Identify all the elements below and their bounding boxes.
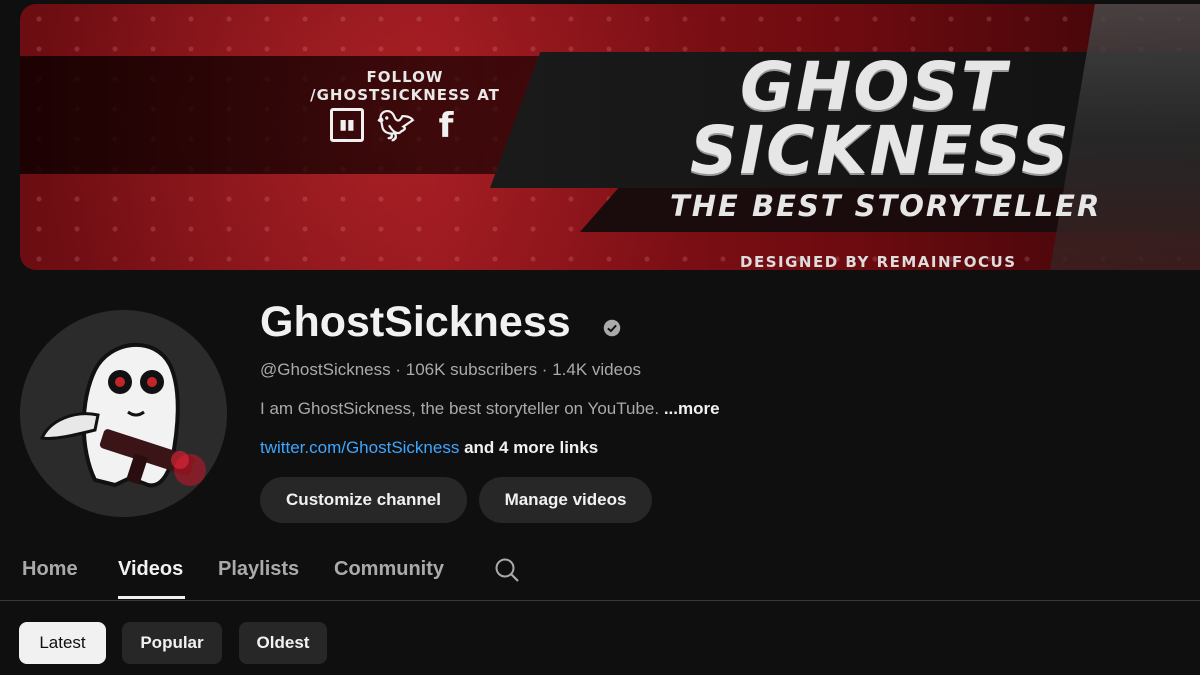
channel-meta: @GhostSickness · 106K subscribers · 1.4K… <box>260 360 642 379</box>
banner-credit: DESIGNED BY REMAINFOCUS <box>740 253 1017 271</box>
tab-home[interactable]: Home <box>22 558 78 581</box>
chip-popular[interactable]: Popular <box>122 622 222 664</box>
active-tab-indicator <box>118 596 185 599</box>
channel-description-text: I am GhostSickness, the best storyteller… <box>260 399 664 418</box>
banner-tagline: THE BEST STORYTELLER <box>670 189 1102 223</box>
twitter-link[interactable]: twitter.com/GhostSickness <box>260 438 459 457</box>
banner-follow-text: FOLLOW /GHOSTSICKNESS AT <box>300 68 510 104</box>
chip-oldest[interactable]: Oldest <box>239 622 327 664</box>
channel-links: twitter.com/GhostSickness and 4 more lin… <box>260 438 598 458</box>
channel-description[interactable]: I am GhostSickness, the best storyteller… <box>260 399 720 419</box>
banner-title-line2: SICKNESS <box>690 112 1071 189</box>
search-icon[interactable] <box>494 557 520 583</box>
verified-badge-icon <box>603 319 621 337</box>
tab-videos[interactable]: Videos <box>118 558 183 581</box>
manage-videos-button[interactable]: Manage videos <box>479 477 652 523</box>
customize-channel-button[interactable]: Customize channel <box>260 477 467 523</box>
channel-avatar[interactable] <box>20 310 227 517</box>
ghost-avatar-icon <box>39 342 206 488</box>
twitter-icon: 🐦︎ <box>376 108 416 144</box>
twitch-icon: ▮▮ <box>330 108 364 142</box>
banner-follow-line1: FOLLOW <box>366 68 444 86</box>
banner-follow-line2: /GHOSTSICKNESS AT <box>310 86 500 104</box>
tab-community[interactable]: Community <box>334 558 444 581</box>
banner-social-icons: ▮▮ 🐦︎ f <box>330 106 464 146</box>
channel-name: GhostSickness <box>260 298 571 346</box>
tabs-divider <box>0 600 1200 601</box>
more-links-link[interactable]: and 4 more links <box>459 438 598 457</box>
facebook-icon: f <box>438 106 454 146</box>
chip-latest[interactable]: Latest <box>19 622 106 664</box>
description-more-link[interactable]: ...more <box>664 399 720 418</box>
tab-playlists[interactable]: Playlists <box>218 558 299 581</box>
